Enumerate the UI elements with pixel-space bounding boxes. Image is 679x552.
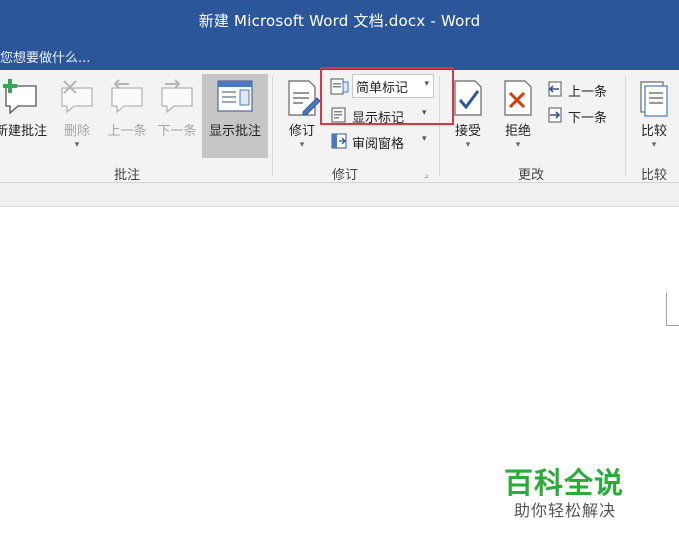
next-change-button[interactable]: 下一条 [546,104,626,126]
ruler-strip [0,183,679,207]
next-comment-label: 下一条 [157,124,197,139]
watermark-title: 百科全说 [504,466,625,500]
compare-dropdown-icon[interactable]: ▾ [632,140,676,150]
delete-comment-label: 删除 [63,124,90,139]
reject-label: 拒绝 [504,124,531,139]
group-divider [625,76,626,176]
dialog-launcher-icon[interactable]: ⌟ [424,170,428,180]
track-changes-label: 修订 [288,124,315,139]
reviewing-pane-label: 审阅窗格 [352,137,405,152]
next-comment-button[interactable]: 下一条 [152,74,202,158]
watermark-subtitle: 助你轻松解决 [514,501,617,520]
changes-group-label: 更改 [517,168,544,183]
previous-change-label: 上一条 [568,85,608,100]
previous-change-icon [546,80,564,102]
tracking-group-label: 修订 [331,168,358,183]
accept-icon [450,78,486,122]
track-changes-icon [283,78,321,122]
reject-dropdown-icon[interactable]: ▾ [496,140,540,150]
previous-comment-icon [107,78,147,118]
next-comment-icon [157,78,197,118]
previous-comment-label: 上一条 [107,124,147,139]
compare-button[interactable]: 比较 ▾ [632,74,676,158]
group-divider [272,76,273,176]
compare-icon [637,78,671,122]
compare-group-label: 比较 [640,168,667,183]
reviewing-pane-dropdown-icon[interactable]: ▾ [422,134,427,144]
show-comments-icon [215,78,255,120]
delete-comment-icon [57,78,97,118]
track-changes-dropdown-icon[interactable]: ▾ [280,140,324,150]
new-comment-icon [0,78,42,118]
tell-me-bar: 您想要做什么... [0,40,679,70]
next-change-label: 下一条 [568,111,608,126]
reviewing-pane-icon [330,132,348,154]
new-comment-label: 新建批注 [0,124,47,139]
reject-button[interactable]: 拒绝 ▾ [496,74,540,158]
previous-change-button[interactable]: 上一条 [546,78,626,100]
page-margin-marker [666,293,679,326]
delete-comment-button[interactable]: 删除 ▾ [54,74,100,158]
track-changes-button[interactable]: 修订 ▾ [280,74,324,158]
new-comment-button[interactable]: 新建批注 [0,74,50,158]
show-comments-label: 显示批注 [208,124,261,139]
next-change-icon [546,106,564,128]
delete-dropdown-icon[interactable]: ▾ [54,140,100,150]
tell-me-input[interactable]: 您想要做什么... [0,47,90,66]
compare-label: 比较 [640,124,667,139]
reviewing-pane-button[interactable]: 审阅窗格 ▾ [330,130,440,152]
highlight-box [320,67,454,125]
show-comments-button[interactable]: 显示批注 [202,74,268,158]
previous-comment-button[interactable]: 上一条 [102,74,152,158]
window-title: 新建 Microsoft Word 文档.docx - Word [198,12,481,30]
comments-group-label: 批注 [113,168,140,183]
reject-icon [500,78,536,122]
accept-dropdown-icon[interactable]: ▾ [446,140,490,150]
title-bar: 新建 Microsoft Word 文档.docx - Word [0,0,679,40]
